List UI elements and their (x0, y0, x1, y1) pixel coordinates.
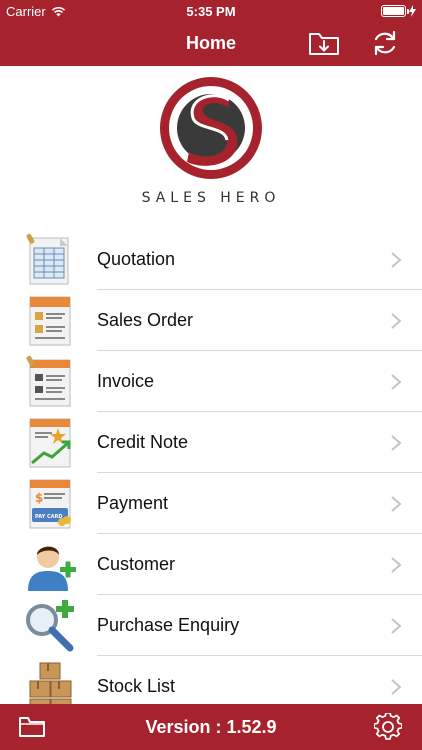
menu-item-label: Purchase Enquiry (97, 615, 240, 635)
menu-item-label: Sales Order (97, 310, 194, 330)
chevron-right-icon (391, 496, 402, 512)
menu-item-quotation[interactable]: Quotation (0, 229, 422, 290)
sales-hero-logo-icon (160, 77, 262, 179)
menu-item-label: Quotation (97, 249, 176, 269)
app-logo: SALES HERO (0, 66, 422, 226)
main-menu-list: Quotation Sales Order Invoice Credit Not… (0, 229, 422, 717)
battery-level (383, 7, 404, 15)
battery-icon (381, 5, 409, 17)
pay-card-text: PAY CARD (35, 514, 63, 520)
customer-icon (28, 546, 76, 591)
navigation-bar: Carrier 5:35 PM Home (0, 0, 422, 66)
credit-note-icon (29, 418, 71, 468)
chevron-right-icon (391, 313, 402, 329)
menu-item-sales-order[interactable]: Sales Order (0, 290, 422, 351)
menu-item-label: Customer (97, 554, 176, 574)
menu-item-customer[interactable]: Customer (0, 534, 422, 595)
menu-item-purchase-enquiry[interactable]: Purchase Enquiry (0, 595, 422, 656)
chevron-right-icon (391, 618, 402, 634)
download-button[interactable] (307, 28, 341, 58)
status-bar: Carrier 5:35 PM (0, 0, 422, 22)
purchase-enquiry-icon (26, 600, 74, 652)
menu-item-label: Invoice (97, 371, 155, 391)
battery-indicator (381, 5, 416, 17)
sales-order-icon (29, 296, 71, 346)
menu-item-label: Payment (97, 493, 169, 513)
invoice-icon (26, 355, 71, 407)
version-label: Version : 1.52.9 (145, 717, 277, 737)
menu-item-label: Stock List (97, 676, 176, 696)
chevron-right-icon (391, 679, 402, 695)
page-title: Home (185, 33, 236, 53)
chevron-right-icon (391, 557, 402, 573)
chevron-right-icon (391, 252, 402, 268)
quotation-icon (26, 233, 69, 285)
menu-item-label: Credit Note (97, 432, 189, 452)
chevron-right-icon (391, 435, 402, 451)
menu-item-invoice[interactable]: Invoice (0, 351, 422, 412)
status-time: 5:35 PM (186, 4, 236, 19)
menu-item-credit-note[interactable]: Credit Note (0, 412, 422, 473)
charging-bolt-icon (409, 5, 416, 17)
menu-item-payment[interactable]: $ PAY CARD Payment (0, 473, 422, 534)
logo-wordmark: SALES HERO (141, 190, 281, 206)
folder-download-icon (309, 33, 339, 55)
refresh-button[interactable] (368, 28, 402, 58)
payment-icon: $ PAY CARD (29, 479, 71, 529)
bottom-toolbar: Version : 1.52.9 (0, 704, 422, 750)
refresh-icon (374, 30, 396, 56)
gear-icon[interactable] (374, 713, 402, 741)
svg-text:$: $ (35, 491, 43, 505)
chevron-right-icon (391, 374, 402, 390)
